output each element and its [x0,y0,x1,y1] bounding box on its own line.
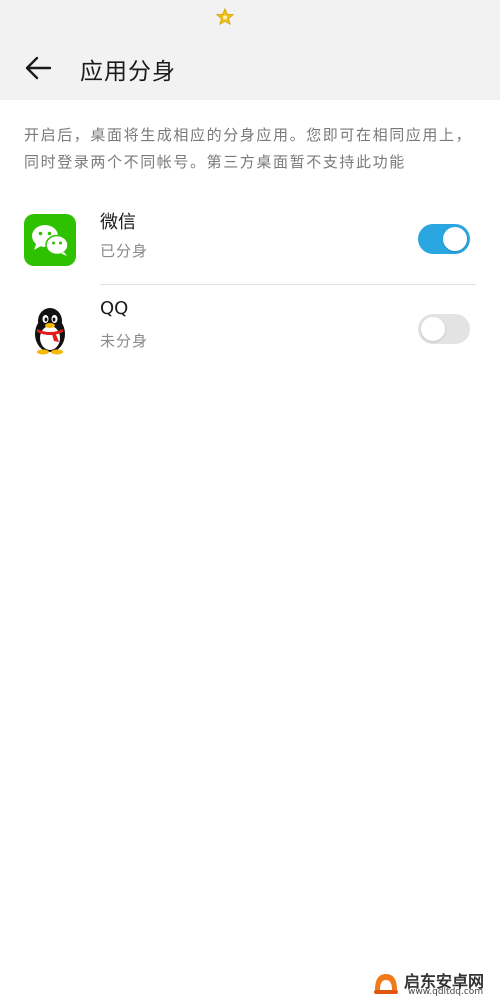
feature-description: 开启后，桌面将生成相应的分身应用。您即可在相同应用上，同时登录两个不同帐号。第三… [24,126,473,171]
status-bar [0,0,500,36]
qq-penguin-icon [35,308,65,355]
site-watermark: 启东安卓网 www.qdltdq.com [372,968,500,998]
back-arrow-icon [25,56,52,80]
toggle-knob [443,227,467,251]
app-name: 微信 [100,212,136,233]
divider [100,284,476,285]
app-name: QQ [100,298,129,319]
wechat-clone-toggle[interactable] [418,224,470,254]
qq-clone-toggle[interactable] [418,314,470,344]
watermark-url: www.qdltdq.com [408,987,484,997]
watermark-logo-icon [374,974,398,994]
toggle-knob [421,317,445,341]
star-icon [216,8,234,26]
app-clone-status: 已分身 [100,242,149,260]
page-title: 应用分身 [80,59,176,85]
app-clone-status: 未分身 [100,332,149,350]
app-row-qq: QQ 未分身 [0,290,500,370]
app-bar: 应用分身 [0,36,500,100]
back-button[interactable] [20,50,56,86]
app-row-wechat: 微信 已分身 [0,200,500,280]
wechat-icon [24,214,76,266]
